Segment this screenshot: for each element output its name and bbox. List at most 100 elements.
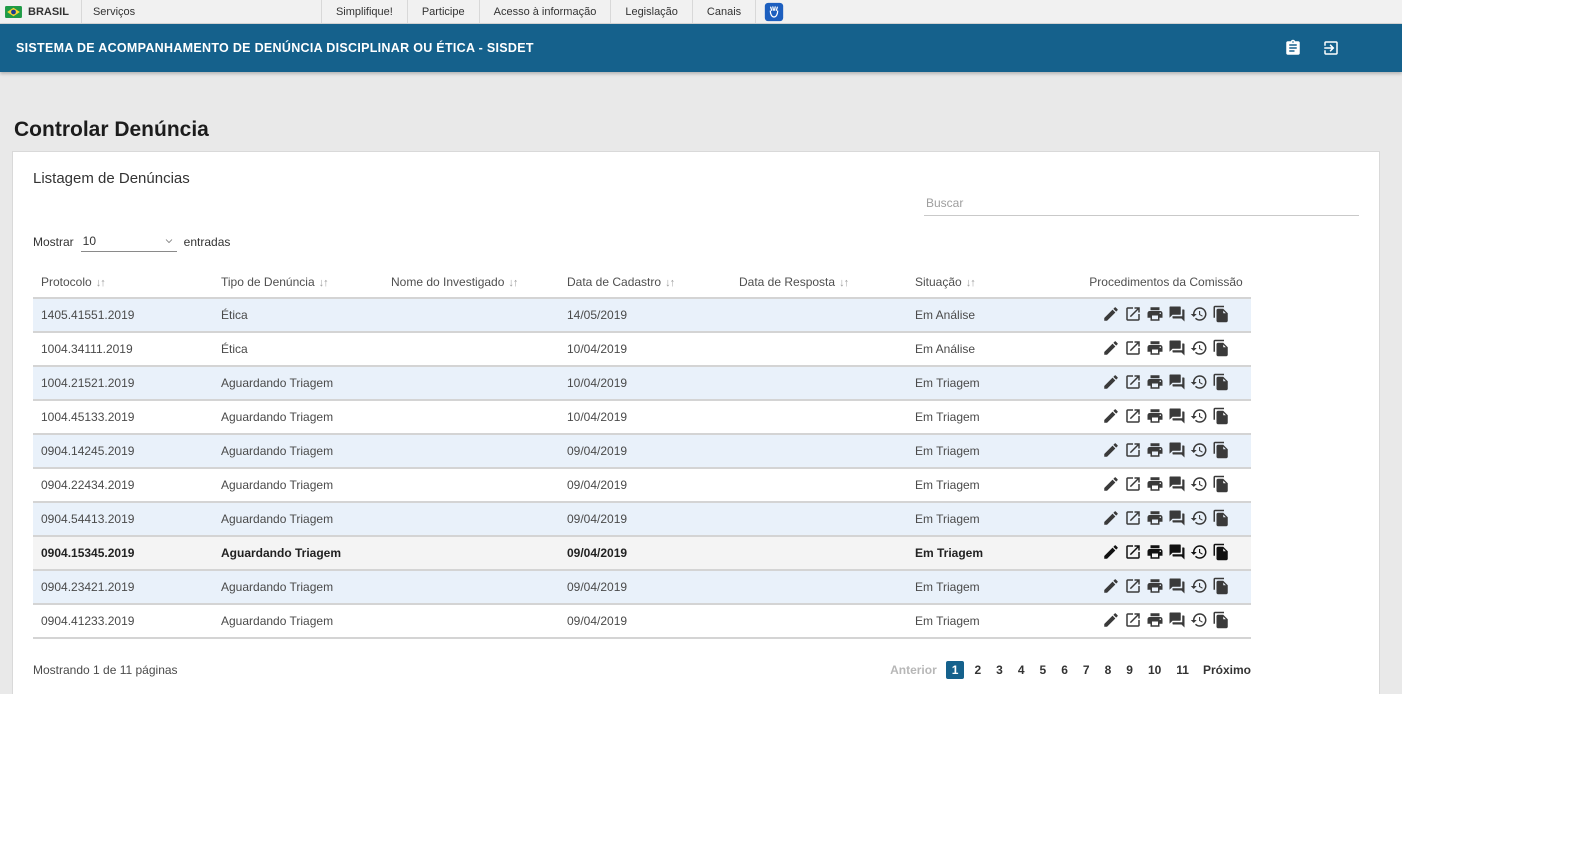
vlibras-accessibility-icon[interactable] [764, 0, 784, 23]
history-icon[interactable] [1190, 543, 1208, 561]
open-in-new-icon[interactable] [1124, 475, 1142, 493]
print-icon[interactable] [1146, 611, 1164, 629]
print-icon[interactable] [1146, 407, 1164, 425]
open-in-new-icon[interactable] [1124, 373, 1142, 391]
page-number[interactable]: 9 [1121, 661, 1138, 679]
cell-situacao: Em Triagem [907, 536, 1081, 570]
open-in-new-icon[interactable] [1124, 441, 1142, 459]
copy-document-icon[interactable] [1212, 543, 1230, 561]
pagination-previous[interactable]: Anterior [890, 663, 937, 677]
copy-document-icon[interactable] [1212, 339, 1230, 357]
column-header[interactable]: Tipo de Denúncia↓↑ [213, 266, 383, 298]
sort-icon[interactable]: ↓↑ [966, 277, 975, 289]
open-in-new-icon[interactable] [1124, 611, 1142, 629]
history-icon[interactable] [1190, 611, 1208, 629]
page-number[interactable]: 10 [1143, 661, 1166, 679]
edit-icon[interactable] [1102, 611, 1120, 629]
copy-document-icon[interactable] [1212, 373, 1230, 391]
print-icon[interactable] [1146, 339, 1164, 357]
page-number[interactable]: 8 [1100, 661, 1117, 679]
gov-link[interactable]: Legislação [610, 0, 692, 23]
history-icon[interactable] [1190, 339, 1208, 357]
edit-icon[interactable] [1102, 475, 1120, 493]
sort-icon[interactable]: ↓↑ [508, 277, 517, 289]
gov-link[interactable]: Participe [407, 0, 479, 23]
page-number[interactable]: 2 [969, 661, 986, 679]
forum-icon[interactable] [1168, 441, 1186, 459]
sort-icon[interactable]: ↓↑ [665, 277, 674, 289]
forum-icon[interactable] [1168, 475, 1186, 493]
open-in-new-icon[interactable] [1124, 305, 1142, 323]
entries-select[interactable]: 10 [81, 232, 177, 252]
page-number[interactable]: 5 [1035, 661, 1052, 679]
page-number[interactable]: 4 [1013, 661, 1030, 679]
print-icon[interactable] [1146, 373, 1164, 391]
history-icon[interactable] [1190, 407, 1208, 425]
open-in-new-icon[interactable] [1124, 509, 1142, 527]
sort-icon[interactable]: ↓↑ [839, 277, 848, 289]
edit-icon[interactable] [1102, 577, 1120, 595]
gov-services[interactable]: Serviços [81, 0, 321, 23]
pagination-next[interactable]: Próximo [1203, 663, 1251, 677]
page-number[interactable]: 11 [1171, 661, 1194, 679]
forum-icon[interactable] [1168, 577, 1186, 595]
copy-document-icon[interactable] [1212, 407, 1230, 425]
history-icon[interactable] [1190, 441, 1208, 459]
copy-document-icon[interactable] [1212, 577, 1230, 595]
page-number[interactable]: 1 [946, 661, 965, 679]
column-header[interactable]: Nome do Investigado↓↑ [383, 266, 559, 298]
history-icon[interactable] [1190, 577, 1208, 595]
edit-icon[interactable] [1102, 407, 1120, 425]
table-footer: Mostrando 1 de 11 páginas Anterior 12345… [33, 661, 1251, 679]
forum-icon[interactable] [1168, 611, 1186, 629]
brasil-brand[interactable]: BRASIL [0, 0, 81, 23]
copy-document-icon[interactable] [1212, 509, 1230, 527]
edit-icon[interactable] [1102, 305, 1120, 323]
history-icon[interactable] [1190, 475, 1208, 493]
search-input[interactable] [924, 191, 1359, 216]
gov-link[interactable]: Acesso à informação [479, 0, 611, 23]
copy-document-icon[interactable] [1212, 611, 1230, 629]
print-icon[interactable] [1146, 509, 1164, 527]
forum-icon[interactable] [1168, 373, 1186, 391]
forum-icon[interactable] [1168, 339, 1186, 357]
page-number[interactable]: 3 [991, 661, 1008, 679]
sort-icon[interactable]: ↓↑ [319, 277, 328, 289]
print-icon[interactable] [1146, 441, 1164, 459]
forum-icon[interactable] [1168, 543, 1186, 561]
print-icon[interactable] [1146, 543, 1164, 561]
open-in-new-icon[interactable] [1124, 543, 1142, 561]
column-header[interactable]: Data de Cadastro↓↑ [559, 266, 731, 298]
edit-icon[interactable] [1102, 373, 1120, 391]
edit-icon[interactable] [1102, 543, 1120, 561]
edit-icon[interactable] [1102, 441, 1120, 459]
print-icon[interactable] [1146, 305, 1164, 323]
column-header[interactable]: Situação↓↑ [907, 266, 1081, 298]
print-icon[interactable] [1146, 475, 1164, 493]
column-header[interactable]: Protocolo↓↑ [33, 266, 213, 298]
page-number[interactable]: 7 [1078, 661, 1095, 679]
gov-link[interactable]: Simplifique! [321, 0, 407, 23]
edit-icon[interactable] [1102, 339, 1120, 357]
open-in-new-icon[interactable] [1124, 577, 1142, 595]
forum-icon[interactable] [1168, 305, 1186, 323]
gov-link[interactable]: Canais [692, 0, 755, 23]
copy-document-icon[interactable] [1212, 475, 1230, 493]
open-in-new-icon[interactable] [1124, 339, 1142, 357]
history-icon[interactable] [1190, 305, 1208, 323]
page-number[interactable]: 6 [1056, 661, 1073, 679]
assignment-icon[interactable] [1284, 39, 1302, 57]
forum-icon[interactable] [1168, 407, 1186, 425]
forum-icon[interactable] [1168, 509, 1186, 527]
cell-data-resposta [731, 298, 907, 332]
history-icon[interactable] [1190, 373, 1208, 391]
copy-document-icon[interactable] [1212, 305, 1230, 323]
sort-icon[interactable]: ↓↑ [96, 277, 105, 289]
open-in-new-icon[interactable] [1124, 407, 1142, 425]
column-header[interactable]: Data de Resposta↓↑ [731, 266, 907, 298]
copy-document-icon[interactable] [1212, 441, 1230, 459]
print-icon[interactable] [1146, 577, 1164, 595]
edit-icon[interactable] [1102, 509, 1120, 527]
exit-icon[interactable] [1322, 39, 1340, 57]
history-icon[interactable] [1190, 509, 1208, 527]
